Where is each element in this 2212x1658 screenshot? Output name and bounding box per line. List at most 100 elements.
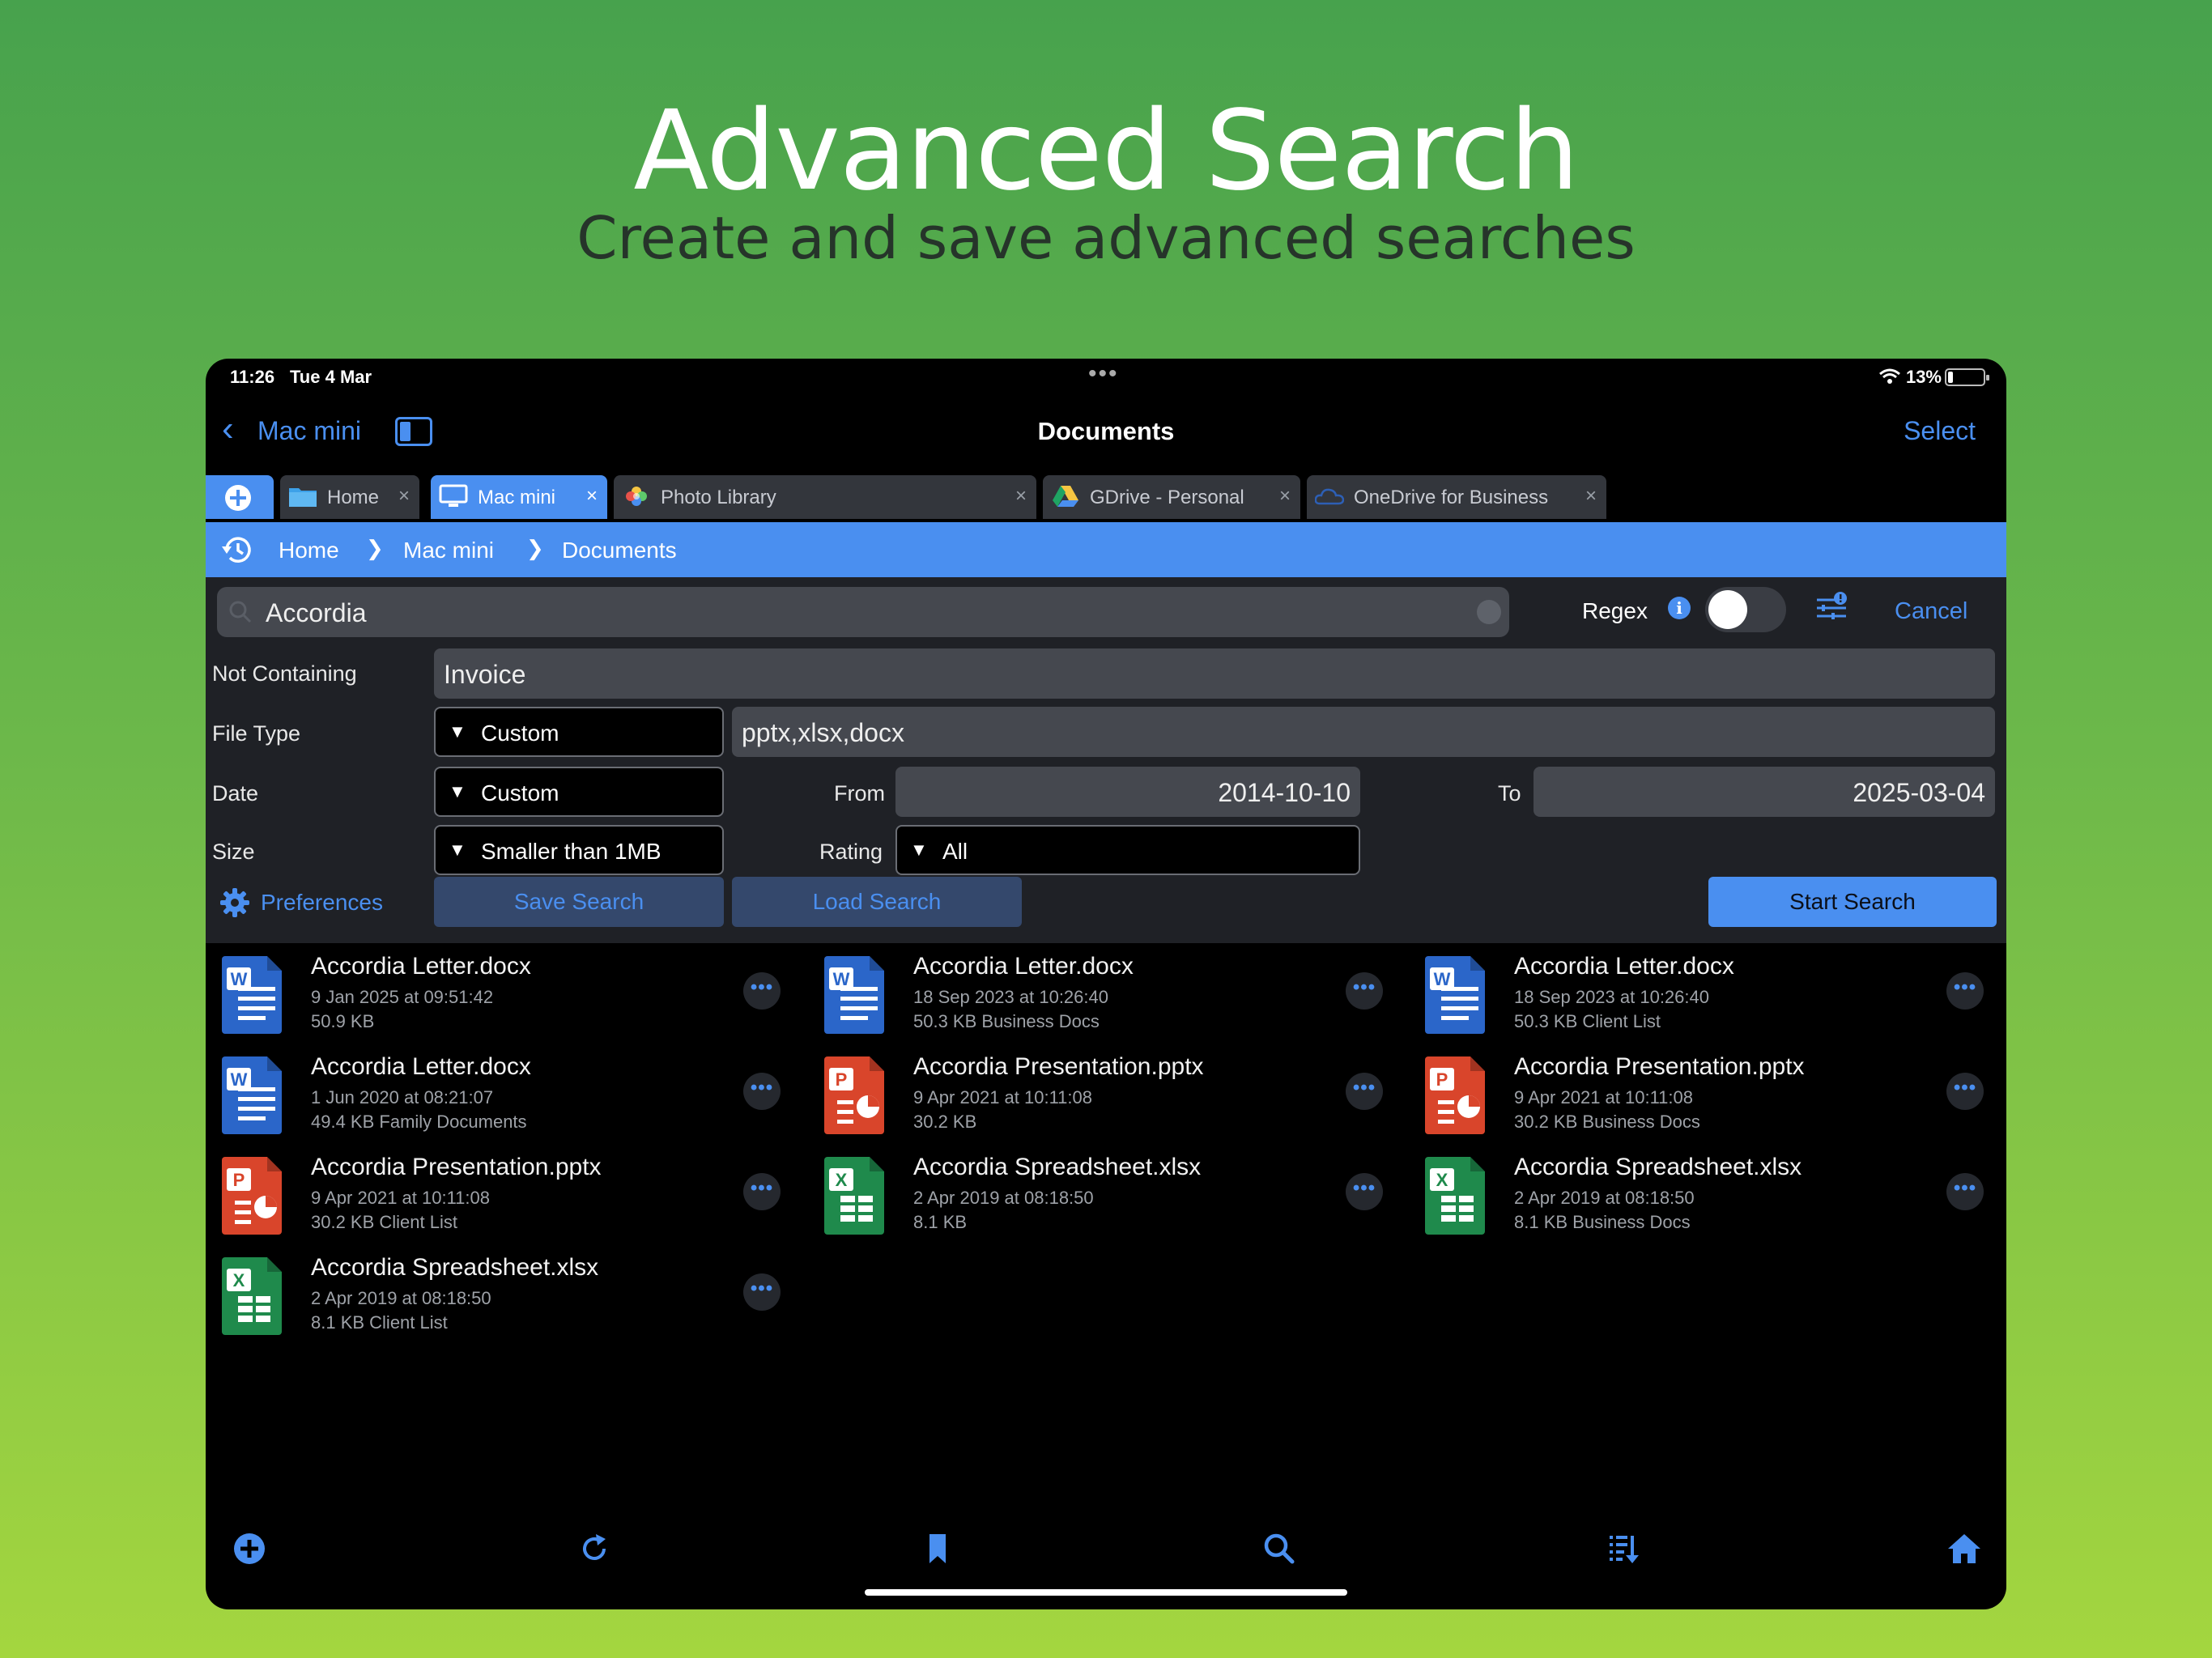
file-type-input[interactable]: pptx,xlsx,docx — [732, 707, 1995, 757]
result-item[interactable]: P Accordia Presentation.pptx 9 Apr 2021 at… — [1409, 1044, 1984, 1144]
result-item[interactable]: X Accordia Spreadsheet.xlsx 2 Apr 2019 at … — [1409, 1144, 1984, 1244]
result-item[interactable]: X Accordia Spreadsheet.xlsx 2 Apr 2019 at … — [206, 1244, 781, 1345]
search-query: Accordia — [266, 598, 367, 627]
rating-select[interactable]: ▼ All — [895, 825, 1360, 875]
not-containing-input[interactable]: Invoice — [434, 648, 1995, 699]
results-grid: W Accordia Letter.docx 9 Jan 2025 at 09:51… — [206, 943, 2006, 1510]
tab-label: OneDrive for Business — [1354, 487, 1549, 508]
svg-text:W: W — [833, 969, 850, 989]
tab-onedrive-business[interactable]: OneDrive for Business × — [1307, 475, 1606, 519]
result-item[interactable]: W Accordia Letter.docx 18 Sep 2023 at 10:2… — [808, 943, 1383, 1044]
to-date-input[interactable]: 2025-03-04 — [1534, 767, 1995, 817]
close-tab-icon[interactable]: × — [398, 485, 410, 508]
add-icon[interactable] — [230, 1529, 269, 1568]
file-name: Accordia Presentation.pptx — [1514, 1053, 1805, 1080]
more-options-icon[interactable]: ••• — [1946, 1073, 1984, 1110]
more-options-icon[interactable]: ••• — [743, 1273, 781, 1311]
from-date-input[interactable]: 2014-10-10 — [895, 767, 1360, 817]
tab-mac-mini[interactable]: Mac mini × — [431, 475, 607, 519]
result-item[interactable]: W Accordia Letter.docx 18 Sep 2023 at 10:2… — [1409, 943, 1984, 1044]
word-document-icon: W — [222, 956, 282, 1034]
bookmark-icon[interactable] — [918, 1529, 957, 1568]
dropdown-arrow-icon: ▼ — [449, 781, 466, 801]
more-options-icon[interactable]: ••• — [1346, 972, 1383, 1010]
page-title: Documents — [1037, 417, 1175, 445]
svg-text:P: P — [836, 1069, 848, 1090]
tab-gdrive-personal[interactable]: GDrive - Personal × — [1043, 475, 1300, 519]
rating-selected: All — [942, 839, 968, 864]
result-item[interactable]: W Accordia Letter.docx 1 Jun 2020 at 08:21… — [206, 1044, 781, 1144]
file-type-select[interactable]: ▼ Custom — [434, 707, 724, 757]
close-tab-icon[interactable]: × — [586, 485, 598, 508]
sort-icon[interactable] — [1603, 1529, 1642, 1568]
cancel-button[interactable]: Cancel — [1895, 598, 1967, 625]
info-icon[interactable]: i — [1668, 597, 1691, 619]
ipad-screen: 11:26 Tue 4 Mar ••• 13% ‹ Mac mini Docum… — [206, 359, 2006, 1609]
multitasking-dots-icon[interactable]: ••• — [1088, 360, 1119, 388]
breadcrumb-separator: ❯ — [366, 536, 384, 560]
file-meta: 49.4 KB Family Documents — [311, 1112, 527, 1132]
promo-title: Advanced Search — [633, 87, 1579, 215]
load-search-button[interactable]: Load Search — [732, 877, 1022, 927]
result-item[interactable]: W Accordia Letter.docx 9 Jan 2025 at 09:51… — [206, 943, 781, 1044]
breadcrumb: Home ❯ Mac mini ❯ Documents — [206, 522, 2006, 577]
history-icon[interactable] — [220, 534, 254, 566]
breadcrumb-home[interactable]: Home — [279, 538, 339, 563]
file-date: 2 Apr 2019 at 08:18:50 — [1514, 1188, 1695, 1208]
result-item[interactable]: P Accordia Presentation.pptx 9 Apr 2021 at… — [206, 1144, 781, 1244]
more-options-icon[interactable]: ••• — [743, 1073, 781, 1110]
more-options-icon[interactable]: ••• — [1946, 1173, 1984, 1210]
more-options-icon[interactable]: ••• — [743, 1173, 781, 1210]
file-meta: 30.2 KB Business Docs — [1514, 1112, 1700, 1132]
regex-toggle[interactable] — [1705, 587, 1786, 632]
close-tab-icon[interactable]: × — [1279, 485, 1291, 508]
word-document-icon: W — [1425, 956, 1485, 1034]
google-drive-icon — [1053, 486, 1078, 507]
file-name: Accordia Spreadsheet.xlsx — [913, 1154, 1202, 1180]
size-select[interactable]: ▼ Smaller than 1MB — [434, 825, 724, 875]
clear-search-icon[interactable] — [1477, 600, 1501, 624]
bottom-toolbar — [206, 1516, 2006, 1581]
to-date-value: 2025-03-04 — [1853, 778, 1985, 807]
file-name: Accordia Letter.docx — [1514, 953, 1734, 980]
rating-label: Rating — [819, 840, 883, 864]
more-options-icon[interactable]: ••• — [1946, 972, 1984, 1010]
date-select[interactable]: ▼ Custom — [434, 767, 724, 817]
search-icon[interactable] — [1260, 1529, 1299, 1568]
svg-text:W: W — [231, 969, 248, 989]
search-input[interactable]: Accordia — [217, 587, 1509, 637]
excel-document-icon: X — [824, 1157, 884, 1235]
add-tab-button[interactable] — [206, 475, 274, 519]
more-options-icon[interactable]: ••• — [743, 972, 781, 1010]
start-search-button[interactable]: Start Search — [1708, 877, 1997, 927]
excel-document-icon: X — [222, 1257, 282, 1335]
not-containing-label: Not Containing — [212, 661, 357, 686]
close-tab-icon[interactable]: × — [1585, 485, 1597, 508]
photos-icon — [626, 487, 647, 506]
result-item[interactable]: P Accordia Presentation.pptx 9 Apr 2021 at… — [808, 1044, 1383, 1144]
save-search-button[interactable]: Save Search — [434, 877, 724, 927]
more-options-icon[interactable]: ••• — [1346, 1073, 1383, 1110]
promo-subtitle: Create and save advanced searches — [576, 204, 1636, 272]
home-icon[interactable] — [1945, 1529, 1984, 1568]
file-date: 1 Jun 2020 at 08:21:07 — [311, 1087, 494, 1107]
battery-percent: 13% — [1905, 367, 1942, 387]
result-item[interactable]: X Accordia Spreadsheet.xlsx 2 Apr 2019 at … — [808, 1144, 1383, 1244]
filter-options-icon[interactable] — [1814, 590, 1849, 626]
breadcrumb-documents[interactable]: Documents — [562, 538, 677, 563]
file-date: 9 Apr 2021 at 10:11:08 — [913, 1087, 1092, 1107]
breadcrumb-mac-mini[interactable]: Mac mini — [403, 538, 494, 563]
tab-home[interactable]: Home × — [280, 475, 419, 519]
file-name: Accordia Letter.docx — [913, 953, 1134, 980]
file-meta: 50.9 KB — [311, 1011, 375, 1031]
home-indicator[interactable] — [865, 1589, 1347, 1596]
tab-label: Mac mini — [478, 487, 556, 508]
gear-icon — [220, 888, 249, 917]
more-options-icon[interactable]: ••• — [1346, 1173, 1383, 1210]
tab-photo-library[interactable]: Photo Library × — [614, 475, 1036, 519]
file-meta: 50.3 KB Client List — [1514, 1011, 1661, 1031]
refresh-icon[interactable] — [575, 1529, 614, 1568]
close-tab-icon[interactable]: × — [1015, 485, 1027, 508]
select-button[interactable]: Select — [1904, 416, 1976, 446]
svg-text:W: W — [1434, 969, 1451, 989]
